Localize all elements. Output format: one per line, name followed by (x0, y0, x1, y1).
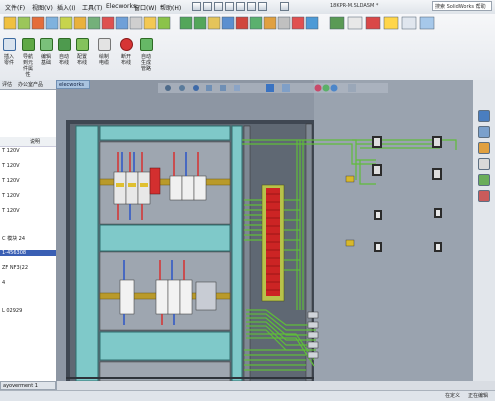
status-editing: 正在编辑 (468, 393, 489, 399)
tab-elecworks[interactable]: elecworks (56, 80, 90, 89)
cmd-label: 自动布线 (58, 54, 69, 66)
list-item[interactable]: T 120V (2, 208, 20, 214)
list-item[interactable]: T 120V (2, 148, 20, 154)
menu-bar: 文件(F) 视图(V) 插入(I) 工具(T) Elecworks 窗口(W) … (0, 0, 495, 15)
list-item-selected[interactable]: 1-456308 (0, 250, 58, 256)
feature-manager-panel: 评估 办公室产品 说明 T 120V T 120V T 120V T 120V … (0, 80, 58, 390)
undo-icon[interactable] (236, 2, 245, 11)
command-manager: 插入零件 导航到元件属性 编辑基础 自动布线 配置布线 绘制电缆 断开布线 自动… (0, 14, 495, 81)
panel-tabs: 评估 办公室产品 (0, 80, 56, 90)
file-explorer-icon[interactable] (478, 142, 490, 154)
new-file-icon[interactable] (192, 2, 201, 11)
cmd-label: 插入零件 (3, 54, 14, 66)
status-definition: 在定义 (445, 393, 461, 399)
cmd-label: 配置布线 (76, 54, 87, 66)
cabinet-3d-model[interactable] (56, 80, 472, 381)
list-item[interactable]: ZF NF3(22 (2, 265, 28, 271)
edit-base-icon[interactable] (40, 38, 53, 51)
heads-up-view-toolbar (158, 83, 388, 93)
navigate-component-icon[interactable] (22, 38, 35, 51)
cmd-label: 绘制电缆 (98, 54, 109, 66)
break-route-icon[interactable] (120, 38, 133, 51)
print-icon[interactable] (225, 2, 234, 11)
cmd-label: 断开布线 (120, 54, 131, 66)
save-icon[interactable] (214, 2, 223, 11)
list-item[interactable]: L 02929 (2, 308, 22, 314)
menu-tools[interactable]: 工具(T) (82, 3, 102, 12)
draw-cable-icon[interactable] (98, 38, 111, 51)
menu-elecworks[interactable]: Elecworks (106, 3, 136, 10)
task-pane (472, 80, 495, 381)
list-item[interactable]: C 模块 24 (2, 235, 25, 242)
column-header: 说明 (0, 137, 56, 147)
menu-view[interactable]: 视图(V) (32, 3, 53, 12)
tab-motion-study[interactable]: ayoverment 1 (0, 381, 56, 390)
insert-part-icon[interactable] (3, 38, 16, 51)
search-help-input[interactable]: 搜索 SolidWorks 帮助 (432, 1, 492, 11)
menu-file[interactable]: 文件(F) (5, 3, 25, 12)
route-config-icon[interactable] (76, 38, 89, 51)
menu-help[interactable]: 帮助(H) (160, 3, 181, 12)
cmd-label: 编辑基础 (40, 54, 51, 66)
list-item[interactable]: 4 (2, 280, 5, 286)
select-icon[interactable] (247, 2, 256, 11)
solidworks-resources-icon[interactable] (478, 110, 490, 122)
toolbar-icon-row (3, 16, 435, 30)
tab-office-products[interactable]: 办公室产品 (18, 81, 43, 88)
design-library-icon[interactable] (478, 126, 490, 138)
view-palette-icon[interactable] (478, 158, 490, 170)
status-bar: 在定义 正在编辑 (0, 390, 495, 401)
cmd-label: 导航到元件属性 (22, 54, 33, 78)
header-description: 说明 (30, 139, 41, 145)
menu-insert[interactable]: 插入(I) (57, 3, 75, 12)
auto-route-icon[interactable] (58, 38, 71, 51)
menu-window[interactable]: 窗口(W) (134, 3, 157, 12)
rebuild-icon[interactable] (258, 2, 267, 11)
appearances-icon[interactable] (478, 174, 490, 186)
list-item[interactable]: T 120V (2, 193, 20, 199)
open-folder-icon[interactable] (203, 2, 212, 11)
options-icon[interactable] (280, 2, 289, 11)
auto-generate-pipe-icon[interactable] (140, 38, 153, 51)
terminal-strip (261, 184, 285, 302)
list-item[interactable]: T 120V (2, 178, 20, 184)
cmd-label: 自动生成管路 (140, 54, 151, 72)
tab-evaluate[interactable]: 评估 (2, 81, 12, 88)
list-item[interactable]: T 120V (2, 163, 20, 169)
graphics-viewport[interactable] (56, 80, 472, 381)
custom-properties-icon[interactable] (478, 190, 490, 202)
document-title: 18KPR-M.SLDASM * (330, 3, 379, 9)
